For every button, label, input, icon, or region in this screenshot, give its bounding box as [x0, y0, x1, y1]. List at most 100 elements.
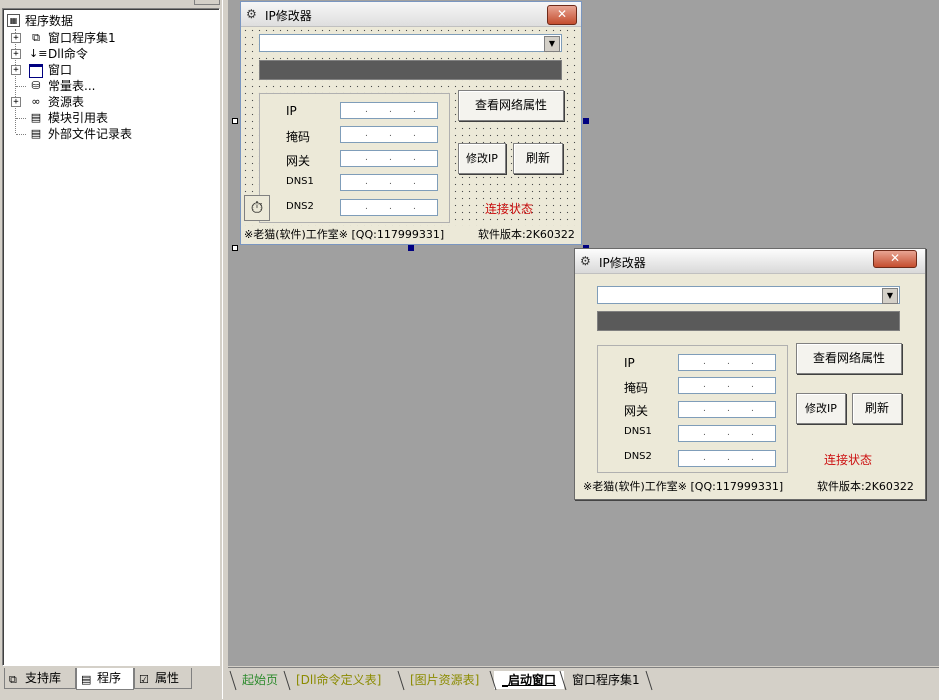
mask-label: 掩码	[624, 381, 649, 395]
app-icon: ⚙	[580, 254, 591, 268]
resize-handle[interactable]	[232, 118, 238, 124]
tree-line	[16, 134, 26, 135]
chevron-down-icon[interactable]: ▼	[544, 36, 560, 52]
ip-label: IP	[624, 356, 635, 370]
window-icon	[29, 64, 43, 78]
close-button[interactable]: ✕	[547, 5, 577, 25]
progress-bar	[597, 311, 900, 331]
connection-status: 连接状态	[824, 453, 873, 467]
stopwatch-icon: ⏱	[250, 198, 264, 217]
tree-item-label: 模块引用表	[48, 111, 109, 125]
view-network-properties-button[interactable]: 查看网络属性	[796, 343, 902, 374]
connection-status: 连接状态	[485, 202, 534, 216]
dns1-input[interactable]: ...	[340, 174, 438, 191]
tree-item-label: 外部文件记录表	[48, 127, 133, 141]
tree-item-window[interactable]: + 窗口	[3, 62, 203, 78]
constant-table-icon: ⛁	[31, 79, 41, 92]
resource-icon: ∞	[31, 95, 41, 108]
preview-client: ▼ IP ... 掩码 ... 网关 ... DNS1 ... DNS2 ...…	[580, 277, 919, 477]
module-ref-icon: ▤	[30, 111, 42, 124]
resize-handle[interactable]	[232, 245, 238, 251]
close-icon: ✕	[889, 251, 901, 265]
ip-label: IP	[286, 104, 297, 118]
footer-version: 软件版本:2K60322	[478, 228, 575, 241]
modify-ip-button[interactable]: 修改IP	[458, 143, 506, 174]
design-form-window[interactable]: ⚙ IP修改器 ✕ ▼ IP ... 掩码 ... 网关 ... DNS1 ..…	[240, 1, 582, 245]
dns2-input[interactable]: ...	[340, 199, 438, 216]
dns2-label: DNS2	[624, 451, 652, 462]
preview-form-titlebar[interactable]: ⚙ IP修改器 ✕	[575, 249, 925, 274]
app-icon: ⚙	[246, 7, 257, 21]
library-icon: ⧉	[9, 673, 17, 686]
design-canvas[interactable]: ▼ IP ... 掩码 ... 网关 ... DNS1 ... DNS2 ...…	[242, 27, 579, 226]
expand-icon[interactable]: +	[11, 33, 21, 43]
mask-label: 掩码	[286, 130, 311, 144]
close-button[interactable]: ✕	[873, 250, 917, 268]
document-tab-bar: 起始页 [Dll命令定义表] [图片资源表] _启动窗口 窗口程序集1	[228, 667, 939, 700]
footer-studio: ※老猫(软件)工作室※ [QQ:117999331]	[583, 480, 784, 493]
gateway-label: 网关	[286, 154, 311, 168]
tree-item-dll[interactable]: + ↓≡ Dll命令	[3, 46, 203, 62]
tree-item-label: 资源表	[48, 95, 85, 109]
expand-icon[interactable]: +	[11, 49, 21, 59]
window-title: IP修改器	[599, 256, 646, 270]
tree-item-label: Dll命令	[48, 47, 88, 61]
ip-input[interactable]: ...	[340, 102, 438, 119]
external-file-icon: ▤	[30, 127, 42, 140]
expand-icon[interactable]: +	[11, 97, 21, 107]
ip-input[interactable]: ...	[678, 354, 776, 371]
preview-form-window[interactable]: ⚙ IP修改器 ✕ ▼ IP ... 掩码 ... 网关 ... DNS1 ..…	[574, 248, 926, 500]
gateway-input[interactable]: ...	[678, 401, 776, 418]
adapter-select[interactable]: ▼	[597, 286, 900, 304]
program-tree[interactable]: ▦ 程序数据 + ⧉ 窗口程序集1 + ↓≡ Dll命令 + 窗口 ⛁ 常量表.…	[2, 8, 220, 666]
tree-item-external-files[interactable]: ▤ 外部文件记录表	[3, 126, 203, 142]
mask-input[interactable]: ...	[678, 377, 776, 394]
resize-handle[interactable]	[408, 245, 414, 251]
refresh-button[interactable]: 刷新	[513, 143, 563, 174]
tree-item-window-assembly[interactable]: + ⧉ 窗口程序集1	[3, 30, 203, 46]
tab-properties[interactable]: ☑ 属性	[134, 668, 192, 689]
tree-item-label: 常量表...	[48, 79, 96, 93]
chevron-down-icon[interactable]: ▼	[882, 288, 898, 304]
resize-handle[interactable]	[583, 118, 589, 124]
dns1-input[interactable]: ...	[678, 425, 776, 442]
gateway-input[interactable]: ...	[340, 150, 438, 167]
properties-icon: ☑	[139, 673, 149, 686]
dns1-label: DNS1	[624, 426, 652, 437]
tab-program[interactable]: ▤ 程序	[76, 668, 134, 690]
tree-root-label: 程序数据	[25, 14, 74, 28]
design-form-titlebar[interactable]: ⚙ IP修改器 ✕	[241, 2, 581, 27]
program-data-icon: ▦	[7, 14, 20, 27]
tree-line	[16, 118, 26, 119]
footer-version: 软件版本:2K60322	[817, 480, 914, 493]
mask-input[interactable]: ...	[340, 126, 438, 143]
timer-icon[interactable]: ⏱	[244, 195, 270, 221]
tree-item-label: 窗口	[48, 63, 73, 77]
expand-icon[interactable]: +	[11, 65, 21, 75]
tab-label: 支持库	[25, 671, 62, 685]
modify-ip-button[interactable]: 修改IP	[796, 393, 846, 424]
tab-label: 程序	[97, 671, 122, 685]
tab-support-library[interactable]: ⧉ 支持库	[4, 668, 76, 689]
ip-settings-group: IP ... 掩码 ... 网关 ... DNS1 ... DNS2 ...	[259, 93, 450, 223]
tree-item-module-ref[interactable]: ▤ 模块引用表	[3, 110, 203, 126]
dll-command-icon: ↓≡	[29, 47, 48, 60]
dns2-input[interactable]: ...	[678, 450, 776, 467]
tree-line	[16, 86, 26, 87]
window-title: IP修改器	[265, 9, 312, 23]
ip-settings-group: IP ... 掩码 ... 网关 ... DNS1 ... DNS2 ...	[597, 345, 788, 473]
dns1-label: DNS1	[286, 176, 314, 187]
program-icon: ▤	[81, 673, 92, 686]
refresh-button[interactable]: 刷新	[852, 393, 902, 424]
close-icon: ✕	[556, 7, 568, 21]
layers-icon: ⧉	[32, 31, 40, 44]
view-network-properties-button[interactable]: 查看网络属性	[458, 90, 564, 121]
panel-top-edge	[194, 0, 220, 5]
footer-studio: ※老猫(软件)工作室※ [QQ:117999331]	[244, 228, 445, 241]
adapter-select[interactable]: ▼	[259, 34, 562, 52]
dns2-label: DNS2	[286, 201, 314, 212]
tree-item-resources[interactable]: + ∞ 资源表	[3, 94, 203, 110]
tree-item-label: 窗口程序集1	[48, 30, 116, 46]
tree-item-constants[interactable]: ⛁ 常量表...	[3, 78, 203, 94]
gateway-label: 网关	[624, 404, 649, 418]
